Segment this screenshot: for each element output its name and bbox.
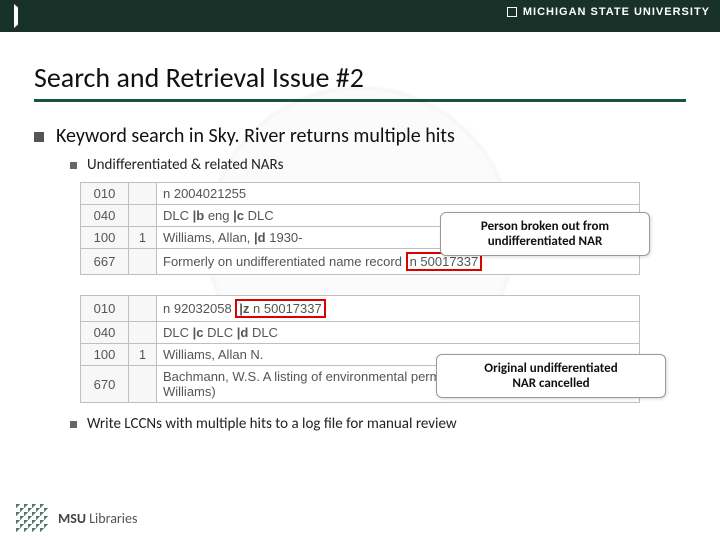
table-row: 010 n 92032058 |z n 50017337 xyxy=(81,296,640,322)
bullet-sub-2: Write LCCNs with multiple hits to a log … xyxy=(70,415,686,433)
callout-line: Original undifferentiated xyxy=(451,361,651,376)
marc-tag: 100 xyxy=(81,344,129,366)
text: n 92032058 xyxy=(163,301,235,316)
marc-data: n 92032058 |z n 50017337 xyxy=(157,296,640,322)
bullet-main-text: Keyword search in Sky. River returns mul… xyxy=(56,124,455,148)
marc-indicator xyxy=(129,205,157,227)
text: DLC xyxy=(163,325,193,340)
text: eng xyxy=(208,208,233,223)
subfield-d: |d xyxy=(254,230,269,245)
marc-tag: 040 xyxy=(81,322,129,344)
subfield-b: |b xyxy=(193,208,208,223)
callout-line: undifferentiated NAR xyxy=(455,234,635,249)
marc-data: DLC |c DLC |d DLC xyxy=(157,322,640,344)
marc-tag: 010 xyxy=(81,183,129,205)
subfield-c: |c xyxy=(193,325,207,340)
callout-2: Original undifferentiated NAR cancelled xyxy=(436,354,666,398)
footer: MSU Libraries xyxy=(16,504,137,532)
marc-indicator xyxy=(129,183,157,205)
text: n 50017337 xyxy=(253,301,322,316)
text: DLC xyxy=(252,325,278,340)
marc-data: n 2004021255 xyxy=(157,183,640,205)
bullet-square-icon xyxy=(34,132,44,142)
bullet-sub-text: Undifferentiated & related NARs xyxy=(87,156,284,174)
brand-text: MICHIGAN STATE UNIVERSITY xyxy=(523,6,710,18)
slide-title: Search and Retrieval Issue #2 xyxy=(34,60,686,95)
chevron-icon-inner xyxy=(18,6,30,26)
marc-tag: 040 xyxy=(81,205,129,227)
callout-line: NAR cancelled xyxy=(451,376,651,391)
bullet-sub-text: Write LCCNs with multiple hits to a log … xyxy=(87,415,457,433)
bullet-main: Keyword search in Sky. River returns mul… xyxy=(34,124,686,148)
footer-brand-rest: Libraries xyxy=(86,510,137,527)
callout-line: Person broken out from xyxy=(455,219,635,234)
marc-tag: 100 xyxy=(81,227,129,249)
brand-square-icon xyxy=(507,7,517,17)
library-logo-icon xyxy=(16,504,48,532)
brand-mark: MICHIGAN STATE UNIVERSITY xyxy=(507,6,710,18)
marc-tag: 010 xyxy=(81,296,129,322)
text: 1930- xyxy=(269,230,302,245)
subfield-z: |z xyxy=(239,301,253,316)
marc-indicator: 1 xyxy=(129,344,157,366)
text: DLC xyxy=(163,208,193,223)
text: DLC xyxy=(248,208,274,223)
table-row: 010 n 2004021255 xyxy=(81,183,640,205)
marc-indicator xyxy=(129,322,157,344)
marc-indicator xyxy=(129,249,157,275)
subfield-d: |d xyxy=(237,325,252,340)
marc-tag: 670 xyxy=(81,366,129,403)
text: Formerly on undifferentiated name record xyxy=(163,254,406,269)
marc-indicator: 1 xyxy=(129,227,157,249)
marc-tag: 667 xyxy=(81,249,129,275)
table-row: 040 DLC |c DLC |d DLC xyxy=(81,322,640,344)
footer-brand: MSU Libraries xyxy=(58,510,137,527)
highlight-box: |z n 50017337 xyxy=(235,299,325,318)
title-divider xyxy=(34,99,686,102)
bullet-square-icon xyxy=(70,421,77,428)
bullet-sub-1: Undifferentiated & related NARs xyxy=(70,156,686,174)
bullet-square-icon xyxy=(70,162,77,169)
top-bar: MICHIGAN STATE UNIVERSITY xyxy=(0,0,720,32)
marc-indicator xyxy=(129,296,157,322)
marc-indicator xyxy=(129,366,157,403)
footer-brand-strong: MSU xyxy=(58,510,86,527)
subfield-c: |c xyxy=(233,208,247,223)
callout-1: Person broken out from undifferentiated … xyxy=(440,212,650,256)
text: DLC xyxy=(207,325,237,340)
text: Williams, Allan, xyxy=(163,230,254,245)
